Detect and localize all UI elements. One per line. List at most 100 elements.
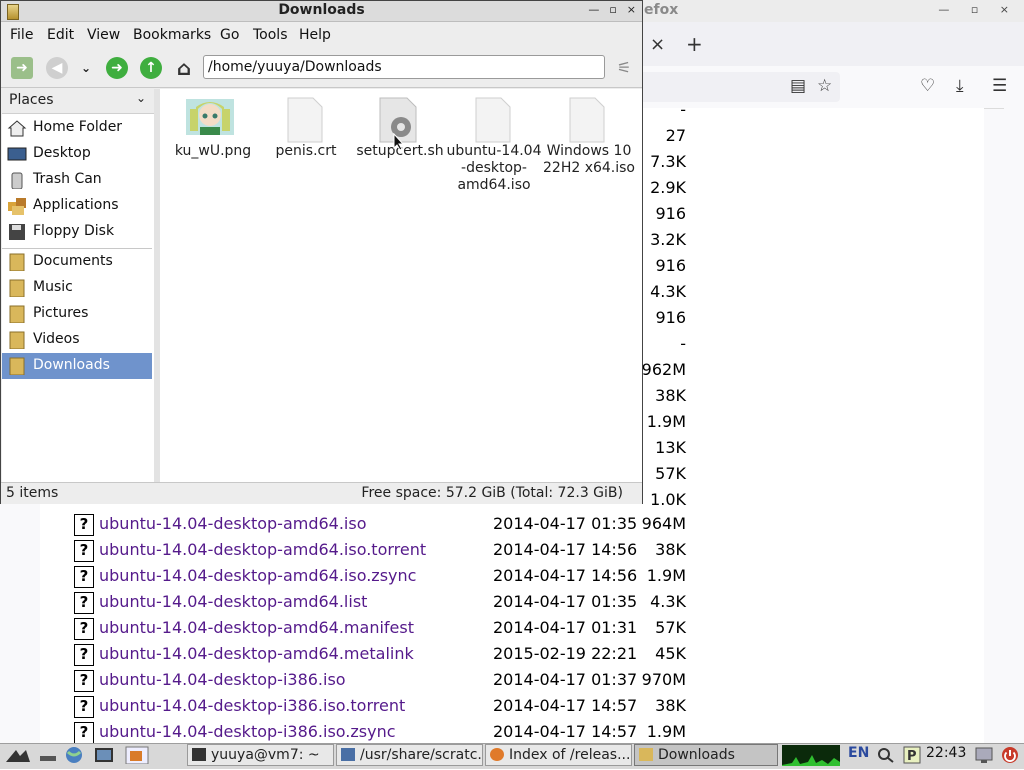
sidebar-item-pictures[interactable]: Pictures xyxy=(2,301,152,327)
table-row: ? ubuntu-14.04-desktop-amd64.iso.torrent 2… xyxy=(74,538,686,564)
task-label: Index of /releas... xyxy=(509,747,631,763)
sidebar-item-music[interactable]: Music xyxy=(2,275,152,301)
start-menu-icon[interactable] xyxy=(4,746,30,764)
sidebar-item-videos[interactable]: Videos xyxy=(2,327,152,353)
globe-icon[interactable] xyxy=(64,746,84,764)
menu-help[interactable]: Help xyxy=(299,27,331,43)
file-icon[interactable] xyxy=(287,97,323,147)
file-name-line: 22H2 x64.iso xyxy=(543,160,635,176)
file-date: 2014-04-17 01:35 xyxy=(493,514,638,533)
maximize-icon[interactable]: ▫ xyxy=(609,3,616,16)
sidebar-item-downloads[interactable]: Downloads xyxy=(2,353,152,379)
clock[interactable]: 22:43 xyxy=(926,745,966,761)
window-controls[interactable]: — ▫ × xyxy=(578,3,636,16)
file-link[interactable]: ubuntu-14.04-desktop-i386.iso xyxy=(99,670,346,689)
menu-view[interactable]: View xyxy=(87,27,120,43)
unknown-file-icon: ? xyxy=(74,644,94,666)
keyboard-layout[interactable]: EN xyxy=(848,745,869,761)
reload-icon[interactable]: ⚟ xyxy=(613,57,635,79)
power-icon[interactable] xyxy=(1000,746,1020,764)
file-name[interactable]: penis.crt xyxy=(258,143,354,160)
firefox-url-bar[interactable] xyxy=(620,72,840,102)
minimize-all-icon[interactable] xyxy=(38,746,58,764)
file-size: 970M xyxy=(641,670,686,689)
location-path[interactable]: /home/yuuya/Downloads xyxy=(203,55,605,79)
up-button[interactable]: ↑ xyxy=(140,57,162,79)
minimize-icon[interactable]: — xyxy=(588,3,599,16)
trash-icon xyxy=(7,171,27,190)
new-tab-icon[interactable]: ➜ xyxy=(11,57,33,79)
file-date: 2014-04-17 14:56 xyxy=(493,566,638,585)
bookmark-star-icon[interactable]: ☆ xyxy=(817,76,832,96)
file-link[interactable]: ubuntu-14.04-desktop-amd64.metalink xyxy=(99,644,414,663)
table-row: ? ubuntu-14.04-desktop-amd64.metalink 2015… xyxy=(74,642,686,668)
menu-edit[interactable]: Edit xyxy=(47,27,74,43)
task-label: /usr/share/scratc... xyxy=(360,747,483,763)
pocket-icon[interactable]: ♡ xyxy=(920,76,935,96)
file-name-line: amd64.iso xyxy=(457,177,531,193)
sidebar-item-trash[interactable]: Trash Can xyxy=(2,167,152,193)
menu-bookmarks[interactable]: Bookmarks xyxy=(133,27,211,43)
file-name[interactable]: ku_wU.png xyxy=(165,143,261,160)
places-label: Places xyxy=(9,92,54,108)
sidebar-item-home[interactable]: Home Folder xyxy=(2,115,152,141)
file-link[interactable]: ubuntu-14.04-desktop-amd64.iso xyxy=(99,514,367,533)
sidebar-item-label: Trash Can xyxy=(33,171,102,187)
reader-view-icon[interactable]: ▤ xyxy=(790,76,806,96)
file-icon[interactable] xyxy=(475,97,511,147)
network-icon[interactable] xyxy=(974,746,994,764)
task-firefox[interactable]: Index of /releas... xyxy=(485,744,632,766)
file-link[interactable]: ubuntu-14.04-desktop-amd64.list xyxy=(99,592,367,611)
close-tab-icon[interactable]: × xyxy=(650,34,665,55)
search-icon[interactable] xyxy=(876,746,896,764)
file-name-multiline[interactable]: Windows 10 22H2 x64.iso xyxy=(541,143,637,177)
sidebar-item-desktop[interactable]: Desktop xyxy=(2,141,152,167)
back-button[interactable]: ◀ xyxy=(46,57,68,79)
firefox-scrollbar[interactable] xyxy=(1004,108,1024,743)
task-downloads[interactable]: Downloads xyxy=(634,744,778,766)
firefox-window-controls[interactable]: — ▫ × xyxy=(938,3,1018,16)
file-link[interactable]: ubuntu-14.04-desktop-i386.iso.torrent xyxy=(99,696,405,715)
task-terminal[interactable]: yuuya@vm7: ~ xyxy=(187,744,334,766)
sidebar-item-applications[interactable]: Applications xyxy=(2,193,152,219)
terminal-icon[interactable] xyxy=(94,746,114,764)
menu-go[interactable]: Go xyxy=(220,27,239,43)
file-manager-launcher-icon[interactable] xyxy=(122,746,152,765)
places-header[interactable]: Places ⌄ xyxy=(2,89,154,114)
file-link[interactable]: ubuntu-14.04-desktop-i386.iso.zsync xyxy=(99,722,396,741)
hamburger-menu-icon[interactable]: ☰ xyxy=(992,76,1007,96)
file-link[interactable]: ubuntu-14.04-desktop-amd64.iso.zsync xyxy=(99,566,416,585)
file-link[interactable]: ubuntu-14.04-desktop-amd64.manifest xyxy=(99,618,414,637)
task-scratch[interactable]: /usr/share/scratc... xyxy=(336,744,483,766)
unknown-file-icon: ? xyxy=(74,618,94,640)
close-icon[interactable]: × xyxy=(627,3,636,16)
status-bar: 5 items Free space: 57.2 GiB (Total: 72.… xyxy=(1,482,642,504)
file-icon[interactable] xyxy=(569,97,605,147)
pager-icon[interactable]: P xyxy=(902,746,922,764)
history-dropdown-icon[interactable]: ⌄ xyxy=(75,57,97,79)
sidebar-item-documents[interactable]: Documents xyxy=(2,249,152,275)
menu-bar: File Edit View Bookmarks Go Tools Help xyxy=(1,22,642,48)
download-arrow-icon[interactable]: ⤓ xyxy=(956,76,964,96)
task-label: Downloads xyxy=(658,747,735,763)
chevron-down-icon[interactable]: ⌄ xyxy=(136,91,146,105)
menu-file[interactable]: File xyxy=(10,27,33,43)
unknown-file-icon: ? xyxy=(74,514,94,536)
file-name-multiline[interactable]: ubuntu-14.04 -desktop- amd64.iso xyxy=(446,143,542,194)
menu-tools[interactable]: Tools xyxy=(253,27,288,43)
forward-button[interactable]: ➜ xyxy=(106,57,128,79)
file-size: 38K xyxy=(655,696,686,715)
sidebar-item-label: Music xyxy=(33,279,73,295)
file-link[interactable]: ubuntu-14.04-desktop-amd64.iso.torrent xyxy=(99,540,426,559)
new-tab-button[interactable]: + xyxy=(686,32,703,56)
image-thumbnail-icon[interactable] xyxy=(186,97,234,141)
free-space: Free space: 57.2 GiB (Total: 72.3 GiB) xyxy=(361,485,623,501)
floppy-icon xyxy=(7,223,27,241)
file-date: 2014-04-17 14:56 xyxy=(493,540,638,559)
home-button[interactable]: ⌂ xyxy=(173,57,195,79)
file-name-line: -desktop- xyxy=(461,160,527,176)
unknown-file-icon: ? xyxy=(74,592,94,614)
firefox-icon xyxy=(490,748,504,761)
sidebar-item-floppy[interactable]: Floppy Disk xyxy=(2,219,152,245)
window-title: Downloads xyxy=(278,2,365,18)
